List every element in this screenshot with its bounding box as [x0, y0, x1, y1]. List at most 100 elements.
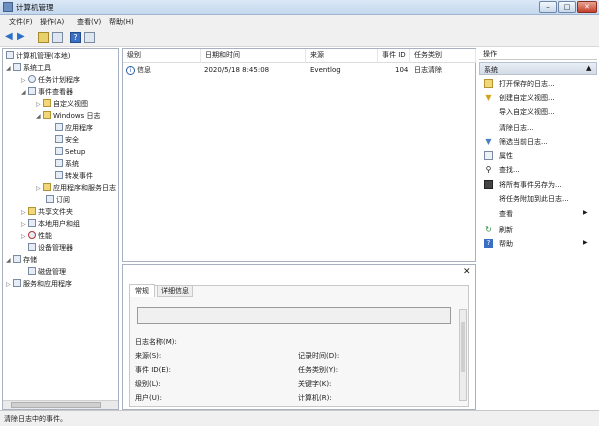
find-binoculars-icon: ⚲ [485, 165, 492, 174]
up-folder-icon[interactable] [38, 32, 49, 43]
col-task-category[interactable]: 任务类别 [410, 49, 476, 63]
log-icon [55, 135, 63, 143]
clock-icon [28, 75, 36, 83]
tree-performance[interactable]: ▷ 性能 [21, 231, 52, 241]
help-icon[interactable]: ? [70, 32, 81, 43]
expand-arrow-icon[interactable]: ▷ [21, 233, 28, 240]
table-row[interactable]: i 信息 2020/5/18 8:45:08 Eventlog 104 日志清除 [124, 64, 475, 77]
action-filter-current-log[interactable]: 筛选当前日志... [499, 137, 548, 147]
users-icon [28, 219, 36, 227]
horizontal-scrollbar[interactable] [3, 400, 118, 409]
open-folder-icon [484, 79, 493, 88]
cell-level: 信息 [137, 66, 151, 74]
subscription-icon [46, 195, 54, 203]
tree-log-security[interactable]: 安全 [55, 135, 79, 145]
detail-vertical-scrollbar[interactable] [459, 309, 467, 401]
action-properties[interactable]: 属性 [499, 151, 513, 161]
tab-general[interactable]: 常规 [129, 284, 155, 297]
expand-arrow-icon[interactable]: ▷ [36, 185, 43, 192]
collapse-arrow-icon[interactable]: ◢ [6, 65, 13, 72]
tree-log-system[interactable]: 系统 [55, 159, 79, 169]
col-event-id[interactable]: 事件 ID [378, 49, 410, 63]
close-detail-icon[interactable]: ✕ [463, 267, 471, 277]
actions-section-system[interactable]: 系统 ▲ [479, 62, 597, 75]
tree-shared-folders[interactable]: ▷ 共享文件夹 [21, 207, 73, 217]
back-arrow-icon[interactable]: ◀ [5, 32, 16, 43]
label-task-category: 任务类别(Y): [298, 366, 339, 374]
tree-log-application[interactable]: 应用程序 [55, 123, 93, 133]
collapse-caret-icon[interactable]: ▲ [586, 64, 591, 72]
tools-icon [13, 63, 21, 71]
log-icon [55, 123, 63, 131]
tab-details[interactable]: 详细信息 [157, 285, 193, 297]
cell-event-id: 104 [395, 66, 409, 74]
tree-task-scheduler[interactable]: ▷ 任务计划程序 [21, 75, 80, 85]
collapse-arrow-icon[interactable]: ◢ [36, 113, 43, 120]
forward-arrow-icon[interactable]: ▶ [17, 32, 28, 43]
action-import-custom-view[interactable]: 导入自定义视图... [499, 107, 555, 117]
collapse-arrow-icon[interactable]: ◢ [21, 89, 28, 96]
log-icon [55, 147, 63, 155]
tree-windows-logs[interactable]: ◢ Windows 日志 [36, 111, 100, 121]
action-view[interactable]: 查看 [499, 209, 513, 219]
action-save-all-events[interactable]: 将所有事件另存为... [499, 180, 562, 190]
tree-custom-views[interactable]: ▷ 自定义视图 [36, 99, 88, 109]
actions-pane: 操作 系统 ▲ 打开保存的日志... ▼ 创建自定义视图... 导入自定义视图.… [479, 48, 597, 410]
col-source[interactable]: 来源 [306, 49, 378, 63]
tree-device-manager[interactable]: 设备管理器 [28, 243, 73, 253]
expand-arrow-icon[interactable]: ▷ [36, 101, 43, 108]
col-level[interactable]: 级别 [123, 49, 201, 63]
expand-arrow-icon[interactable]: ▷ [21, 209, 28, 216]
tree-services-apps[interactable]: ▷ 服务和应用程序 [6, 279, 72, 289]
expand-arrow-icon[interactable]: ▷ [21, 221, 28, 228]
window-title: 计算机管理 [16, 3, 54, 12]
services-icon [13, 279, 21, 287]
action-find[interactable]: 查找... [499, 165, 520, 175]
expand-arrow-icon[interactable]: ▷ [6, 281, 13, 288]
close-button[interactable]: ✕ [577, 1, 597, 13]
tree-local-users[interactable]: ▷ 本地用户和组 [21, 219, 80, 229]
action-create-custom-view[interactable]: 创建自定义视图... [499, 93, 555, 103]
tree-subscriptions[interactable]: 订阅 [46, 195, 70, 205]
tree-log-forwarded[interactable]: 转发事件 [55, 171, 93, 181]
cell-datetime: 2020/5/18 8:45:08 [204, 66, 270, 74]
action-open-saved-log[interactable]: 打开保存的日志... [499, 79, 555, 89]
tree-event-viewer[interactable]: ◢ 事件查看器 [21, 87, 73, 97]
menu-action[interactable]: 操作(A) [40, 17, 64, 27]
maximize-button[interactable]: □ [558, 1, 576, 13]
menu-file[interactable]: 文件(F) [9, 17, 33, 27]
action-clear-log[interactable]: 清除日志... [499, 123, 534, 133]
tree-system-tools[interactable]: ◢ 系统工具 [6, 63, 51, 73]
folder-icon [43, 183, 51, 191]
menu-view[interactable]: 查看(V) [77, 17, 101, 27]
tree-app-service-logs[interactable]: ▷ 应用程序和服务日志 [36, 183, 116, 193]
navigation-tree: 计算机管理(本地) ◢ 系统工具 ▷ 任务计划程序 ◢ 事件查看器 ▷ 自定义视图 ◢ W… [2, 48, 119, 410]
action-refresh[interactable]: 刷新 [499, 225, 513, 235]
event-description-box[interactable] [137, 307, 451, 324]
collapse-arrow-icon[interactable]: ◢ [6, 257, 13, 264]
tree-root[interactable]: 计算机管理(本地) [6, 51, 70, 61]
scroll-thumb[interactable] [11, 402, 101, 408]
show-hide-tree-icon[interactable] [52, 32, 63, 43]
expand-arrow-icon[interactable]: ▷ [21, 77, 28, 84]
folder-icon [43, 111, 51, 119]
actions-title: 操作 [479, 48, 597, 60]
col-datetime[interactable]: 日期和时间 [201, 49, 306, 63]
submenu-arrow-icon: ▶ [583, 239, 588, 246]
tree-storage[interactable]: ◢ 存储 [6, 255, 37, 265]
minimize-button[interactable]: – [539, 1, 557, 13]
label-logged: 记录时间(D): [298, 352, 340, 360]
menu-help[interactable]: 帮助(H) [109, 17, 134, 27]
label-computer: 计算机(R): [298, 394, 332, 402]
performance-icon [28, 231, 36, 239]
info-icon: i [126, 66, 135, 75]
show-action-pane-icon[interactable] [84, 32, 95, 43]
tree-disk-management[interactable]: 磁盘管理 [28, 267, 66, 277]
folder-icon [43, 99, 51, 107]
status-text: 清除日志中的事件。 [4, 415, 67, 423]
action-attach-task[interactable]: 将任务附加到此日志... [499, 194, 569, 204]
action-help[interactable]: 帮助 [499, 239, 513, 249]
tree-log-setup[interactable]: Setup [55, 147, 85, 156]
label-log-name: 日志名称(M): [135, 338, 177, 346]
scroll-thumb[interactable] [461, 322, 465, 372]
